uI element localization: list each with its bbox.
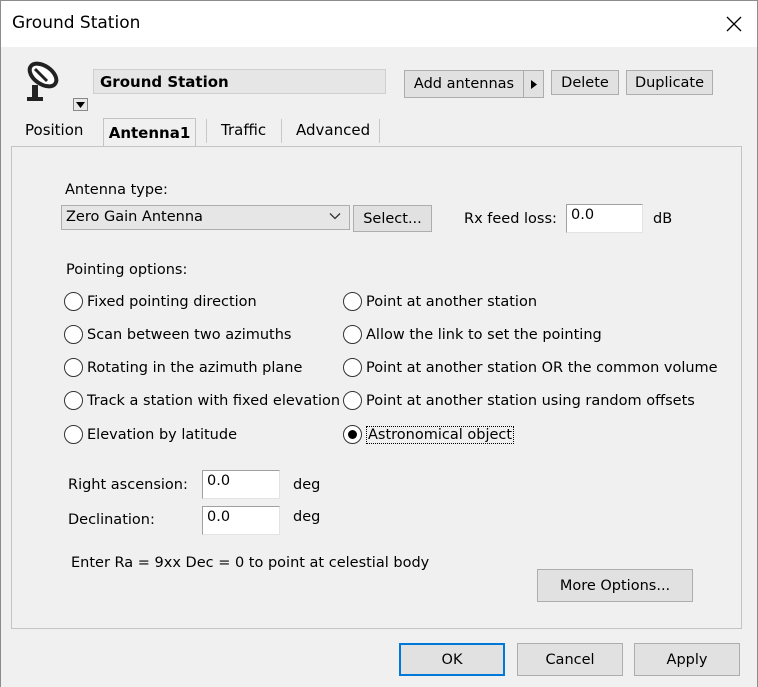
radio-label: Elevation by latitude	[87, 426, 237, 443]
radio-label: Point at another station using random of…	[366, 392, 695, 409]
duplicate-label: Duplicate	[634, 74, 705, 91]
radio-rotating-azimuth[interactable]: Rotating in the azimuth plane	[64, 358, 302, 377]
cancel-button[interactable]: Cancel	[517, 643, 623, 676]
delete-button[interactable]: Delete	[551, 70, 619, 95]
ground-station-dialog: Ground Station Ground Station Add antenn…	[0, 0, 758, 687]
tab-separator	[281, 119, 282, 143]
satellite-dish-icon	[21, 59, 65, 103]
triangle-right-icon	[530, 79, 537, 89]
duplicate-button[interactable]: Duplicate	[626, 70, 713, 95]
radio-button[interactable]	[343, 292, 362, 311]
chevron-down-icon	[329, 210, 341, 226]
apply-label: Apply	[666, 651, 708, 668]
title-bar: Ground Station	[1, 1, 757, 47]
radio-button[interactable]	[64, 391, 83, 410]
tab-separator	[379, 119, 380, 143]
radio-button[interactable]	[64, 358, 83, 377]
radio-button[interactable]	[343, 391, 362, 410]
add-antennas-label: Add antennas	[413, 76, 515, 92]
radio-point-station[interactable]: Point at another station	[343, 292, 537, 311]
delete-label: Delete	[561, 74, 609, 91]
close-icon	[726, 16, 742, 32]
radio-track-station[interactable]: Track a station with fixed elevation	[64, 391, 340, 410]
radio-button[interactable]	[343, 325, 362, 344]
radio-button[interactable]	[64, 292, 83, 311]
add-antennas-button[interactable]: Add antennas	[404, 70, 523, 98]
antenna-type-value: Zero Gain Antenna	[66, 209, 203, 225]
radio-button[interactable]	[343, 358, 362, 377]
radio-scan-azimuths[interactable]: Scan between two azimuths	[64, 325, 291, 344]
radio-label: Astronomical object	[366, 425, 515, 444]
radio-button[interactable]	[64, 425, 83, 444]
radio-button-selected[interactable]	[343, 425, 362, 444]
declination-unit: deg	[293, 509, 321, 525]
rx-feed-loss-input[interactable]: 0.0	[566, 204, 643, 233]
radio-link-pointing[interactable]: Allow the link to set the pointing	[343, 325, 602, 344]
rx-feed-loss-label: Rx feed loss:	[464, 211, 557, 227]
radio-fixed-pointing[interactable]: Fixed pointing direction	[64, 292, 257, 311]
more-options-button[interactable]: More Options...	[537, 569, 693, 602]
antenna-type-label: Antenna type:	[65, 182, 168, 198]
pointing-options-label: Pointing options:	[66, 262, 188, 278]
radio-label: Rotating in the azimuth plane	[87, 359, 303, 376]
radio-label: Fixed pointing direction	[87, 293, 257, 310]
radio-astronomical-object[interactable]: Astronomical object	[343, 425, 515, 444]
add-antennas-menu-button[interactable]	[523, 70, 544, 98]
radio-elevation-latitude[interactable]: Elevation by latitude	[64, 425, 237, 444]
triangle-down-icon	[76, 101, 85, 108]
cancel-label: Cancel	[545, 651, 595, 668]
right-ascension-input[interactable]: 0.0	[202, 470, 280, 499]
celestial-hint-text: Enter Ra = 9xx Dec = 0 to point at celes…	[71, 555, 430, 571]
radio-label: Allow the link to set the pointing	[366, 326, 602, 343]
tab-antenna1[interactable]: Antenna1	[103, 118, 196, 146]
declination-input[interactable]: 0.0	[202, 506, 280, 535]
select-antenna-label: Select...	[363, 210, 422, 227]
radio-label: Point at another station	[366, 293, 538, 310]
rx-feed-loss-unit: dB	[653, 211, 673, 227]
station-icon-dropdown[interactable]	[73, 98, 88, 111]
radio-common-volume[interactable]: Point at another station OR the common v…	[343, 358, 718, 377]
right-ascension-label: Right ascension:	[68, 477, 188, 493]
select-antenna-button[interactable]: Select...	[353, 205, 432, 232]
ok-button[interactable]: OK	[399, 643, 505, 676]
tab-antenna1-label: Antenna1	[108, 123, 191, 142]
radio-label: Track a station with fixed elevation	[87, 392, 341, 409]
window-title: Ground Station	[12, 13, 141, 33]
apply-button[interactable]: Apply	[634, 643, 740, 676]
radio-label: Point at another station OR the common v…	[366, 359, 718, 376]
radio-label: Scan between two azimuths	[87, 326, 292, 343]
radio-button[interactable]	[64, 325, 83, 344]
ok-label: OK	[441, 651, 463, 668]
right-ascension-unit: deg	[293, 477, 321, 493]
tab-advanced[interactable]: Advanced	[296, 121, 370, 139]
station-name-field[interactable]: Ground Station	[93, 69, 386, 94]
tab-traffic[interactable]: Traffic	[221, 121, 266, 139]
tab-position[interactable]: Position	[25, 121, 83, 139]
close-button[interactable]	[711, 1, 757, 47]
more-options-label: More Options...	[559, 577, 671, 594]
tab-separator	[206, 119, 207, 143]
antenna-type-select[interactable]: Zero Gain Antenna	[61, 205, 350, 230]
radio-random-offsets[interactable]: Point at another station using random of…	[343, 391, 695, 410]
declination-label: Declination:	[68, 512, 155, 528]
